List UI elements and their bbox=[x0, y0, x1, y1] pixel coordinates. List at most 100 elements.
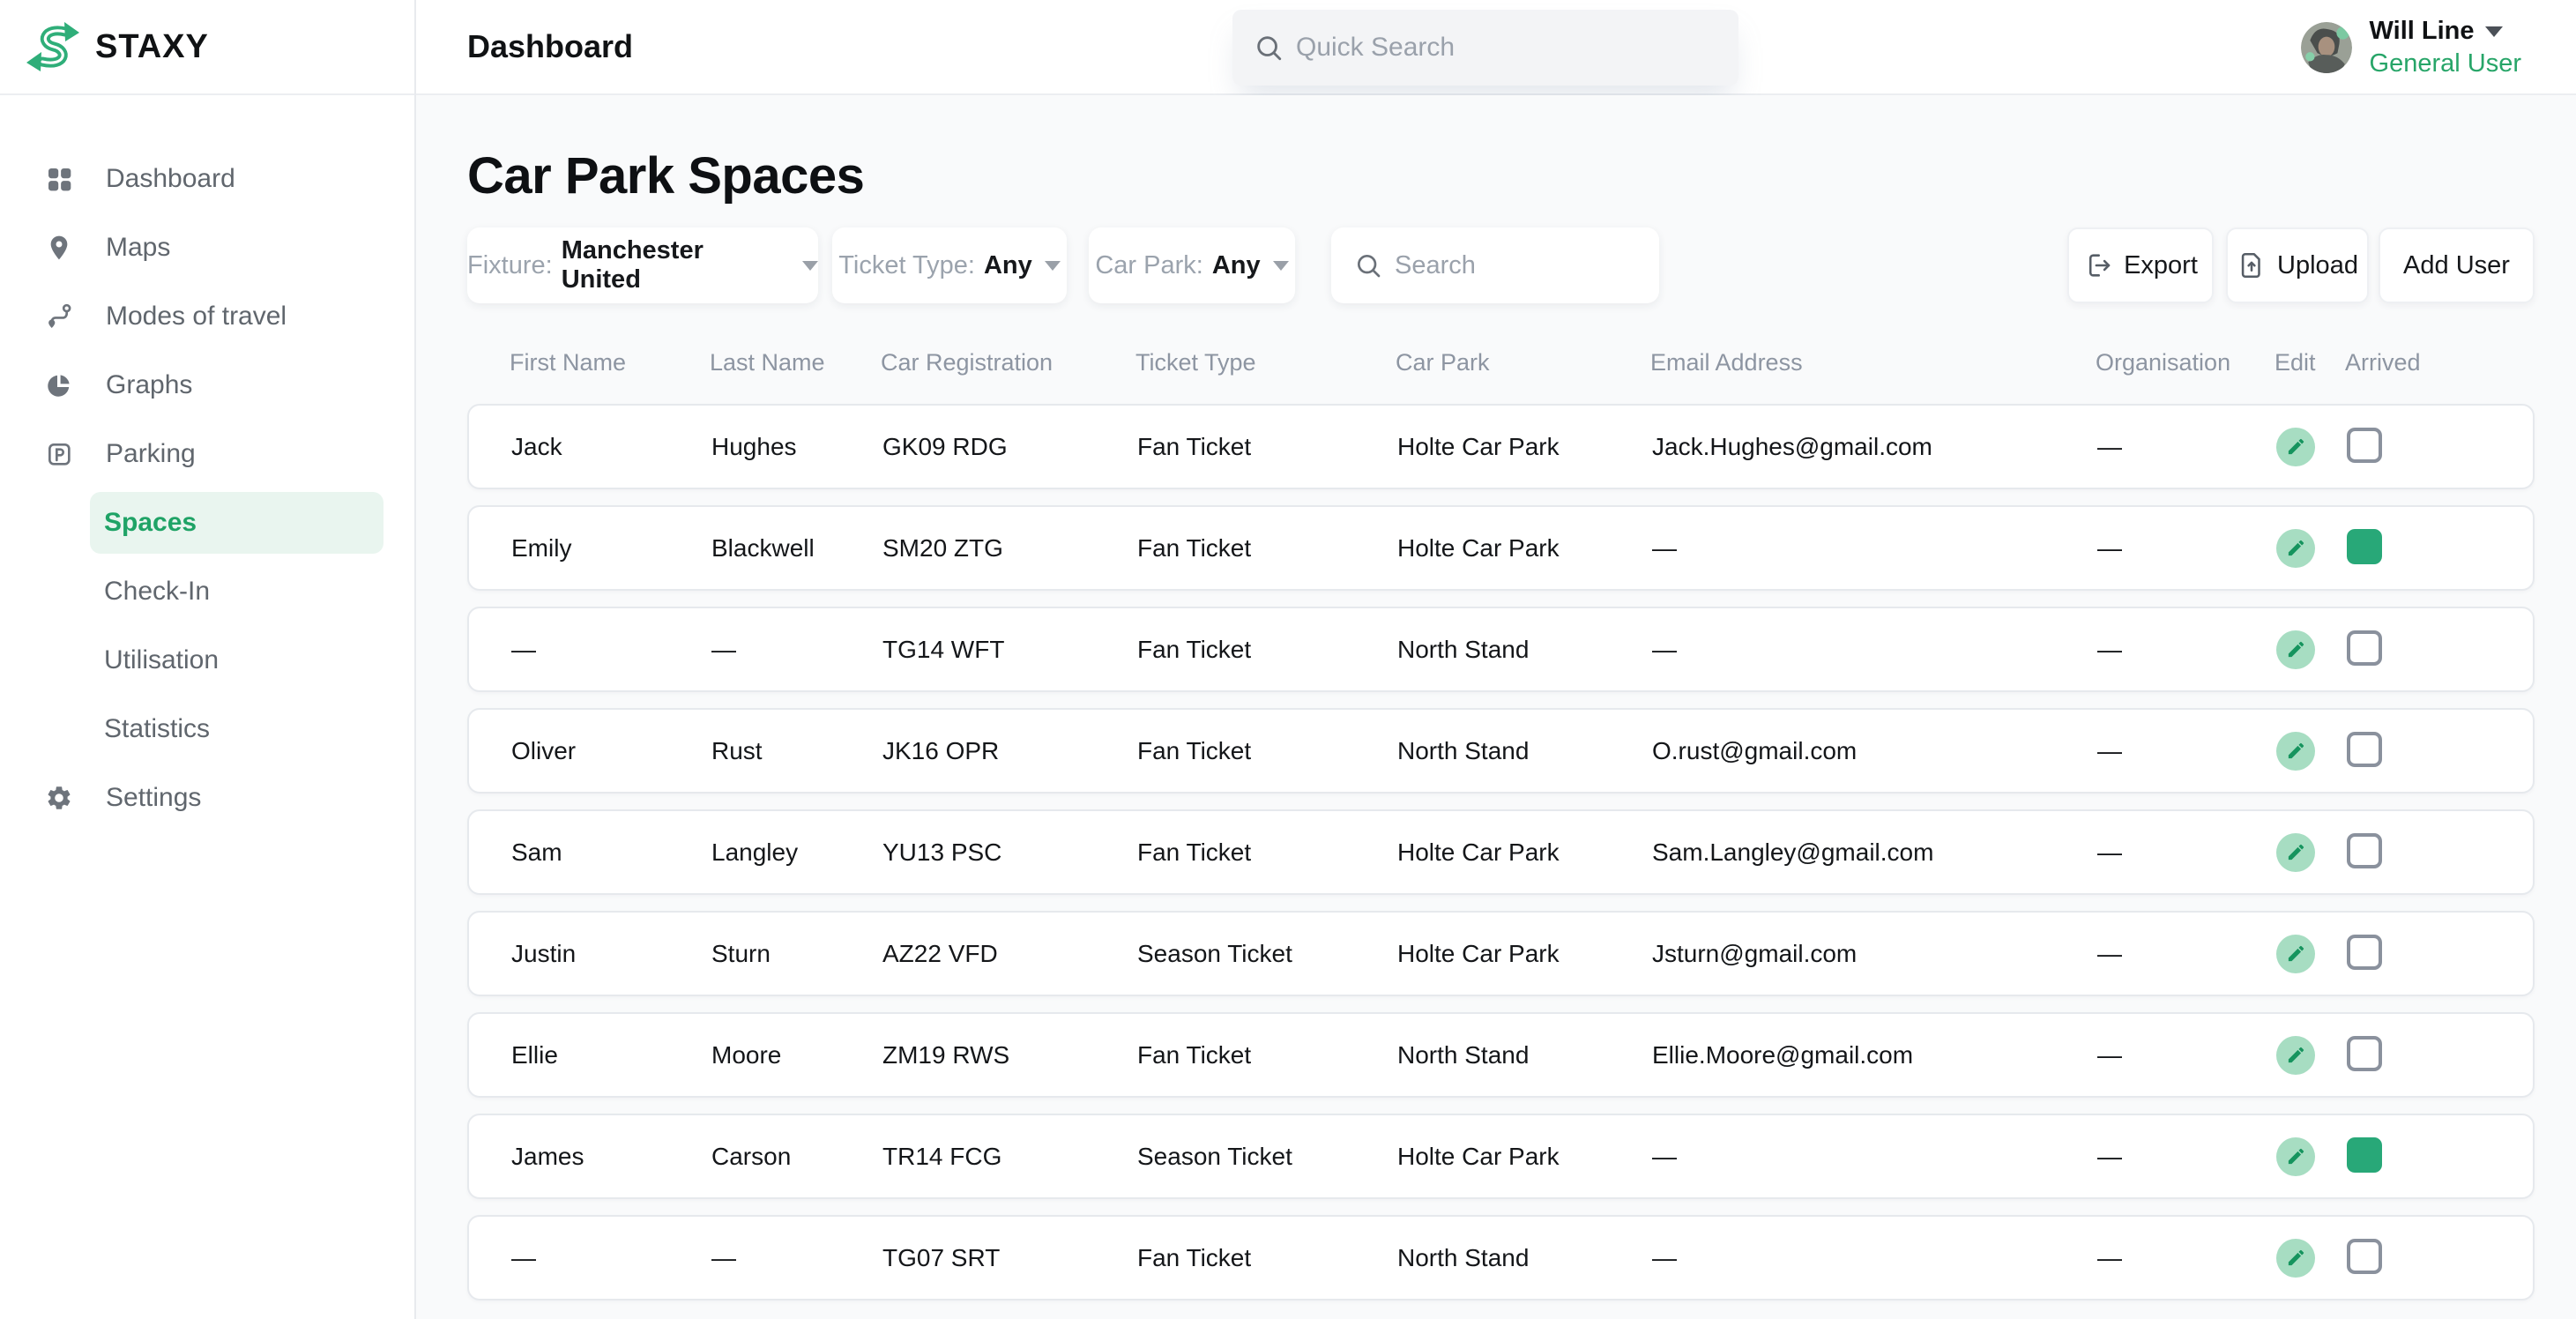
column-header: First Name bbox=[510, 349, 710, 376]
sidebar-subitem-label: Spaces bbox=[104, 508, 197, 538]
edit-button[interactable] bbox=[2276, 935, 2315, 973]
upload-button[interactable]: Upload bbox=[2226, 227, 2369, 303]
chevron-down-icon bbox=[1273, 261, 1289, 271]
user-info: Will Line General User bbox=[2370, 17, 2521, 78]
filter-bar: Fixture: Manchester United Ticket Type: … bbox=[467, 227, 2535, 303]
sidebar-item-statistics[interactable]: Statistics bbox=[0, 695, 414, 764]
upload-button-label: Upload bbox=[2277, 251, 2358, 280]
cell-arrived bbox=[2347, 1137, 2533, 1175]
cell-first-name: — bbox=[511, 636, 711, 664]
column-header: Ticket Type bbox=[1135, 349, 1396, 376]
cell-car-registration: ZM19 RWS bbox=[882, 1041, 1137, 1069]
arrived-checkbox[interactable] bbox=[2347, 1239, 2382, 1274]
arrived-checkbox[interactable] bbox=[2347, 1036, 2382, 1071]
edit-button[interactable] bbox=[2276, 630, 2315, 669]
car-park-filter-dropdown[interactable]: Car Park: Any bbox=[1089, 227, 1295, 303]
edit-button[interactable] bbox=[2276, 732, 2315, 771]
cell-edit bbox=[2276, 732, 2347, 771]
cell-email-address: Ellie.Moore@gmail.com bbox=[1652, 1041, 2097, 1069]
quick-search-input[interactable] bbox=[1296, 33, 1719, 63]
filter-label: Fixture: bbox=[467, 251, 553, 280]
arrived-checkbox[interactable] bbox=[2347, 833, 2382, 868]
user-role: General User bbox=[2370, 49, 2521, 78]
cell-arrived bbox=[2347, 935, 2533, 972]
sidebar-item-dashboard[interactable]: Dashboard bbox=[0, 145, 414, 213]
map-pin-icon bbox=[44, 233, 74, 263]
cell-organisation: — bbox=[2097, 1041, 2276, 1069]
export-button[interactable]: Export bbox=[2067, 227, 2214, 303]
edit-button[interactable] bbox=[2276, 529, 2315, 568]
table-row: OliverRustJK16 OPRFan TicketNorth StandO… bbox=[467, 708, 2535, 794]
brand-name: STAXY bbox=[95, 28, 209, 66]
pencil-icon bbox=[2286, 1045, 2306, 1065]
cell-email-address: — bbox=[1652, 534, 2097, 563]
cell-car-registration: TG07 SRT bbox=[882, 1244, 1137, 1272]
sidebar-item-parking[interactable]: Parking bbox=[0, 420, 414, 488]
sidebar-item-settings[interactable]: Settings bbox=[0, 764, 414, 832]
edit-button[interactable] bbox=[2276, 1239, 2315, 1278]
table-row: JustinSturnAZ22 VFDSeason TicketHolte Ca… bbox=[467, 911, 2535, 996]
arrived-checkbox[interactable] bbox=[2347, 1137, 2382, 1173]
sidebar-item-spaces[interactable]: Spaces bbox=[90, 492, 383, 554]
cell-car-park: North Stand bbox=[1397, 1244, 1652, 1272]
chevron-down-icon bbox=[802, 261, 818, 271]
sidebar-item-utilisation[interactable]: Utilisation bbox=[0, 626, 414, 695]
table-row: ——TG14 WFTFan TicketNorth Stand—— bbox=[467, 607, 2535, 692]
cell-edit bbox=[2276, 529, 2347, 568]
fixture-filter-dropdown[interactable]: Fixture: Manchester United bbox=[467, 227, 818, 303]
column-header: Last Name bbox=[710, 349, 881, 376]
sidebar-item-graphs[interactable]: Graphs bbox=[0, 351, 414, 420]
sidebar-item-modes-of-travel[interactable]: Modes of travel bbox=[0, 282, 414, 351]
search-icon bbox=[1354, 251, 1382, 279]
edit-button[interactable] bbox=[2276, 833, 2315, 872]
table-row: ——TG07 SRTFan TicketNorth Stand—— bbox=[467, 1215, 2535, 1300]
pencil-icon bbox=[2286, 842, 2306, 862]
sidebar: STAXY Dashboard Maps bbox=[0, 0, 416, 1319]
cell-ticket-type: Fan Ticket bbox=[1137, 838, 1397, 867]
sidebar-item-check-in[interactable]: Check-In bbox=[0, 557, 414, 626]
filter-value: Manchester United bbox=[562, 236, 790, 294]
chevron-down-icon[interactable] bbox=[2485, 26, 2503, 37]
cell-last-name: Rust bbox=[711, 737, 882, 765]
sidebar-subitem-label: Check-In bbox=[104, 577, 210, 607]
arrived-checkbox[interactable] bbox=[2347, 630, 2382, 666]
cell-arrived bbox=[2347, 732, 2533, 770]
column-header: Edit bbox=[2274, 349, 2345, 376]
arrived-checkbox[interactable] bbox=[2347, 428, 2382, 463]
arrived-checkbox[interactable] bbox=[2347, 732, 2382, 767]
sidebar-item-maps[interactable]: Maps bbox=[0, 213, 414, 282]
cell-car-registration: AZ22 VFD bbox=[882, 940, 1137, 968]
cell-ticket-type: Fan Ticket bbox=[1137, 1041, 1397, 1069]
sidebar-item-label: Parking bbox=[106, 439, 196, 469]
ticket-type-filter-dropdown[interactable]: Ticket Type: Any bbox=[832, 227, 1067, 303]
cell-email-address: O.rust@gmail.com bbox=[1652, 737, 2097, 765]
table-row: EmilyBlackwellSM20 ZTGFan TicketHolte Ca… bbox=[467, 505, 2535, 591]
add-user-button[interactable]: Add User bbox=[2379, 227, 2535, 303]
cell-edit bbox=[2276, 833, 2347, 872]
cell-car-registration: TG14 WFT bbox=[882, 636, 1137, 664]
cell-organisation: — bbox=[2097, 1143, 2276, 1171]
sidebar-item-label: Dashboard bbox=[106, 164, 235, 194]
edit-button[interactable] bbox=[2276, 1036, 2315, 1075]
avatar bbox=[2301, 22, 2352, 73]
cell-edit bbox=[2276, 935, 2347, 973]
cell-ticket-type: Fan Ticket bbox=[1137, 737, 1397, 765]
arrived-checkbox[interactable] bbox=[2347, 935, 2382, 970]
edit-button[interactable] bbox=[2276, 1137, 2315, 1176]
column-header: Car Park bbox=[1396, 349, 1650, 376]
action-buttons: Export Upload Add User bbox=[2067, 227, 2535, 303]
user-menu[interactable]: Will Line General User bbox=[2301, 0, 2521, 95]
table-search-input[interactable] bbox=[1395, 251, 1633, 280]
arrived-checkbox[interactable] bbox=[2347, 529, 2382, 564]
filter-value: Any bbox=[984, 251, 1032, 280]
sidebar-subitem-label: Statistics bbox=[104, 714, 210, 744]
cell-arrived bbox=[2347, 833, 2533, 871]
cell-organisation: — bbox=[2097, 534, 2276, 563]
cell-edit bbox=[2276, 630, 2347, 669]
cell-last-name: Langley bbox=[711, 838, 882, 867]
cell-last-name: — bbox=[711, 1244, 882, 1272]
edit-button[interactable] bbox=[2276, 428, 2315, 466]
cell-car-registration: SM20 ZTG bbox=[882, 534, 1137, 563]
cell-car-registration: GK09 RDG bbox=[882, 433, 1137, 461]
cell-email-address: — bbox=[1652, 1143, 2097, 1171]
